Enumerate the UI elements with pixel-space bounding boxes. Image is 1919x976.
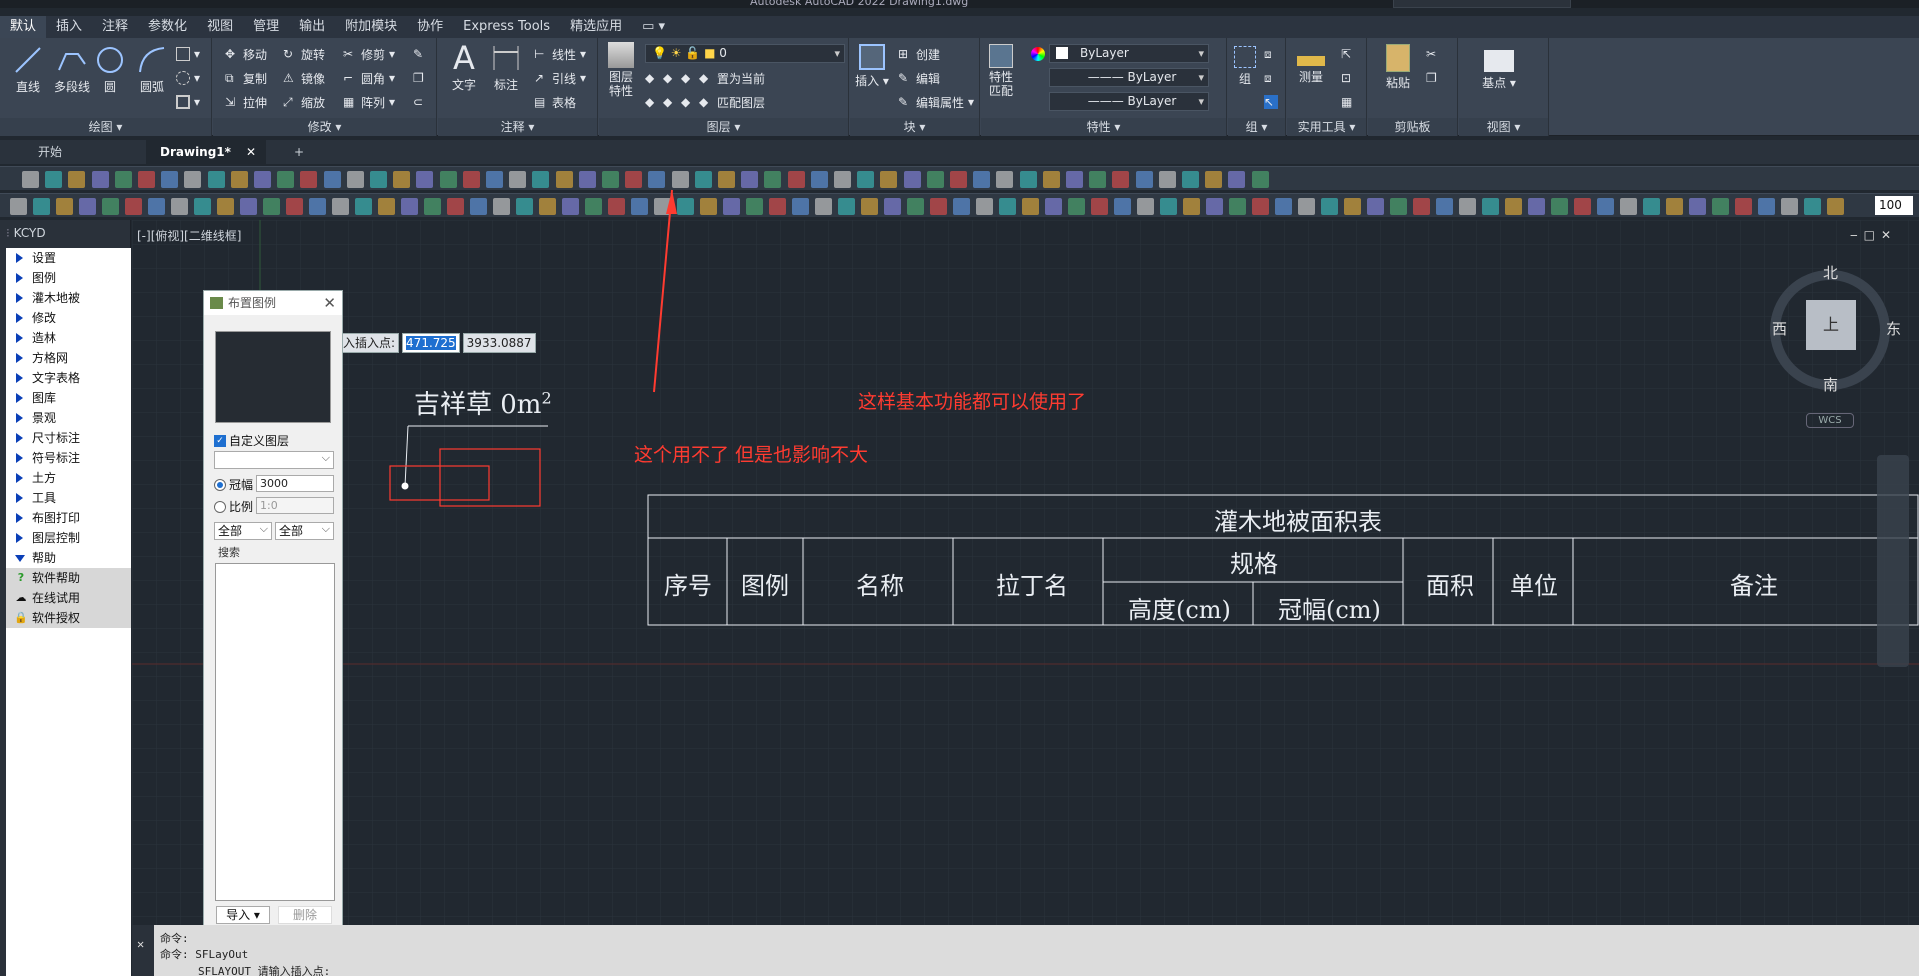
category-select-1[interactable]: 全部	[214, 521, 272, 540]
close-icon[interactable]: ✕	[137, 937, 144, 951]
compass-east[interactable]: 东	[1886, 318, 1901, 339]
command-line[interactable]: ✕ 命令: 命令: SFLayOut SFLAYOUT 请输入插入点:	[132, 925, 1919, 976]
import-button[interactable]: 导入 ▾	[216, 906, 270, 924]
command-history-2: 命令: SFLayOut	[160, 948, 249, 961]
compass-west[interactable]: 西	[1772, 318, 1787, 339]
autocad-window: Autodesk AutoCAD 2022 Drawing1.dwg 默认 插入…	[0, 0, 1919, 976]
dialog-title: 布置图例	[228, 296, 277, 310]
y-coordinate-input[interactable]: 3933.0887	[462, 333, 536, 353]
leader-point	[401, 482, 409, 490]
layout-legend-dialog: 布置图例 ✕ ✓自定义图层 冠幅 3000 比例 1:0 全部 全部 搜索 导入…	[203, 290, 343, 935]
annotation-works: 这样基本功能都可以使用了	[858, 391, 1087, 413]
leader-line	[404, 425, 409, 487]
command-input[interactable]: SFLAYOUT 请输入插入点:	[198, 963, 330, 976]
annotation-not-working: 这个用不了 但是也影响不大	[634, 444, 869, 466]
layer-select[interactable]	[214, 450, 334, 469]
command-line-grip[interactable]: ✕	[132, 925, 154, 976]
search-label: 搜索	[218, 546, 240, 559]
viewcube[interactable]: 上 北 南 西 东 WCS	[1768, 258, 1908, 428]
crown-radio[interactable]: 冠幅	[214, 476, 253, 493]
delete-button[interactable]: 删除	[278, 906, 332, 924]
th-latin: 拉丁名	[996, 572, 1068, 600]
plant-label: 吉祥草 0m2	[414, 388, 552, 420]
dynamic-input: 入插入点: 471.725 3933.0887	[339, 333, 536, 353]
table-title: 灌木地被面积表	[1214, 508, 1382, 536]
th-name: 名称	[856, 572, 904, 600]
dialog-app-icon	[210, 297, 223, 309]
command-history-1: 命令:	[160, 932, 189, 945]
category-select-2[interactable]: 全部	[275, 521, 334, 540]
legend-rect-2	[439, 448, 541, 507]
radio-icon	[214, 478, 226, 491]
th-legend: 图例	[741, 572, 789, 600]
dialog-header: 布置图例 ✕	[204, 291, 342, 315]
th-area: 面积	[1426, 572, 1474, 600]
check-icon: ✓	[214, 434, 226, 447]
viewcube-top-face[interactable]: 上	[1806, 300, 1856, 350]
th-spec: 规格	[1230, 550, 1278, 578]
annotation-arrow-line	[653, 189, 673, 393]
custom-layer-checkbox[interactable]: ✓ 自定义图层	[214, 432, 289, 449]
wcs-menu[interactable]: WCS	[1806, 413, 1854, 428]
th-remark: 备注	[1730, 572, 1778, 600]
close-icon[interactable]: ✕	[323, 291, 336, 315]
insert-point-prompt: 入插入点:	[339, 333, 400, 353]
navigation-bar[interactable]	[1877, 455, 1909, 667]
compass-south[interactable]: 南	[1823, 374, 1838, 395]
legend-list[interactable]	[215, 563, 335, 901]
crown-input[interactable]: 3000	[256, 475, 334, 492]
th-crown: 冠幅(cm)	[1278, 596, 1381, 624]
legend-preview	[215, 331, 331, 423]
radio-icon	[214, 500, 226, 513]
th-unit: 单位	[1510, 572, 1558, 600]
scale-input[interactable]: 1:0	[256, 497, 334, 514]
annotation-arrowhead	[666, 190, 677, 214]
scale-radio[interactable]: 比例	[214, 498, 253, 515]
th-index: 序号	[664, 572, 712, 600]
compass-north[interactable]: 北	[1823, 262, 1838, 283]
x-coordinate-input[interactable]: 471.725	[402, 333, 460, 353]
th-height: 高度(cm)	[1128, 596, 1231, 624]
